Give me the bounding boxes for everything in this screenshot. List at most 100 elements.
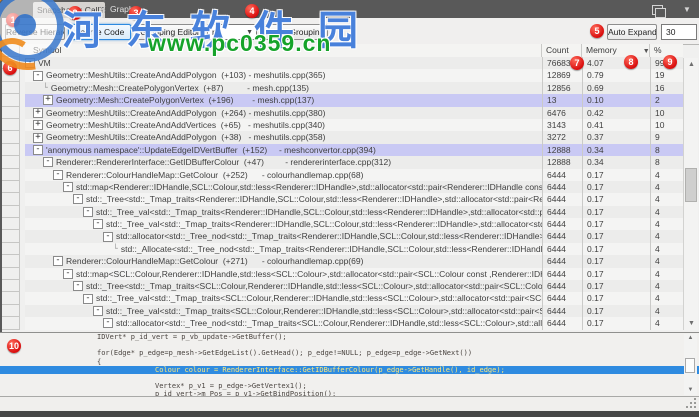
collapse-icon[interactable]: - [63,182,73,193]
collapse-icon[interactable]: - [53,169,63,180]
percent-cell: 16 [650,81,683,95]
gutter-cell [2,230,20,243]
tree-vertical-scrollbar[interactable]: ▲ ▼ [683,58,698,330]
percent-cell: 19 [650,69,683,82]
source-line[interactable]: for(Edge* p_edge=p_mesh->GetEdgeList().G… [0,349,699,357]
collapse-icon[interactable]: - [83,206,93,217]
percent-cell: 4 [650,280,683,293]
memory-cell: 0.17 [582,218,650,231]
collapse-icon[interactable]: - [53,256,63,267]
auto-expand-count-input[interactable]: 30 [661,24,697,40]
memory-cell: 0.42 [582,106,650,119]
window-menu-caret-icon[interactable]: ▼ [683,5,691,14]
source-line[interactable]: p_id_vert->m_Pos = p_v1->GetBindPosition… [0,390,699,396]
symbol-cell: - std::map<Renderer::IDHandle,SCL::Colour… [25,181,542,193]
table-row[interactable]: - Geometry::MeshUtils::CreateAndAddPolygo… [25,69,683,82]
symbol-cell: - std::_Tree_val<std::_Tmap_traits<SCL::C… [25,292,542,304]
symbol-cell: - std::allocator<std::_Tree_nod<std::_Tma… [25,230,542,242]
auto-expand-button[interactable]: Auto Expand [607,24,657,40]
table-row[interactable]: - std::_Tree_val<std::_Tmap_traits<SCL::C… [25,292,683,305]
table-row[interactable]: - Renderer::RendererInterface::GetIDBuffe… [25,156,683,169]
table-row[interactable]: - Renderer::ColourHandleMap::GetColour (+… [25,168,683,181]
symbol-cell: - std::_Tree_val<std::_Tmap_traits<SCL::C… [25,305,542,317]
table-row[interactable]: + Geometry::MeshUtils::CreateAndAddVertic… [25,118,683,132]
scrollbar-thumb[interactable] [685,358,695,373]
annotation-marker-5: 5 [590,24,604,38]
expand-icon[interactable]: + [33,107,43,118]
annotation-marker-10: 10 [7,339,21,353]
table-row[interactable]: - std::_Tree<std::_Tmap_traits<SCL::Colou… [25,280,683,293]
symbol-label: std::_Tree_val<std::_Tmap_traits<SCL::Co… [96,293,542,304]
count-cell: 13 [542,94,582,107]
table-row[interactable]: - std::_Tree_val<std::_Tmap_traits<SCL::C… [25,304,683,318]
table-row[interactable]: + Geometry::MeshUtils::CreateAndAddPolygo… [25,131,683,144]
scroll-up-icon[interactable]: ▲ [684,58,699,71]
table-row[interactable]: - Renderer::ColourHandleMap::GetColour (+… [25,255,683,268]
source-vertical-scrollbar[interactable]: ▲ ▼ [684,334,697,395]
collapse-icon[interactable]: - [73,194,83,205]
memory-cell: 0.34 [582,156,650,169]
collapse-icon[interactable]: - [103,231,113,242]
gutter-cell [2,118,20,132]
collapse-icon[interactable]: - [43,157,53,168]
memory-cell: 0.17 [582,168,650,181]
collapse-icon[interactable]: - [33,144,43,155]
table-row[interactable]: - std::map<SCL::Colour,Renderer::IDHandle… [25,267,683,281]
table-row[interactable]: - std::map<Renderer::IDHandle,SCL::Colour… [25,180,683,194]
table-row[interactable]: - std::allocator<std::_Tree_nod<std::_Tma… [25,230,683,243]
scroll-down-icon[interactable]: ▼ [684,386,697,395]
symbol-cell: - std::allocator<std::_Tree_nod<std::_Tma… [25,317,542,329]
table-row[interactable]: - std::_Tree<std::_Tmap_traits<Renderer::… [25,193,683,206]
symbol-label: Geometry::Mesh::CreatePolygonVertex (+19… [56,95,315,106]
table-row[interactable]: -'anonymous namespace'::UpdateEdgeIDVert… [25,143,683,157]
collapse-icon[interactable]: - [103,318,113,329]
table-row[interactable]: - VM 76683 4.07 99 [25,57,683,70]
gutter-cell [2,255,20,268]
resize-grip-icon[interactable] [686,398,697,409]
table-row[interactable]: - std::_Tree_val<std::_Tmap_traits<Render… [25,218,683,231]
status-bar [0,397,699,411]
collapse-icon[interactable]: - [73,281,83,292]
source-line[interactable] [0,374,699,382]
source-line[interactable]: IDVert* p_id_vert = p_vb_update->GetBuff… [0,333,699,341]
count-cell: 6444 [542,242,582,256]
gutter-cell [2,304,20,318]
source-line[interactable]: { [0,358,699,366]
percent-cell: 4 [650,267,683,281]
duplicate-window-icon[interactable] [652,5,666,18]
symbol-label: std::allocator<std::_Tree_nod<std::_Tmap… [116,231,542,242]
count-cell: 6444 [542,193,582,206]
table-row[interactable]: + Geometry::MeshUtils::CreateAndAddPolygo… [25,106,683,119]
percent-cell: 9 [650,131,683,144]
collapse-icon[interactable]: - [93,219,103,230]
symbol-label: Renderer::ColourHandleMap::GetColour (+2… [66,256,364,267]
annotation-marker-8: 8 [624,55,638,69]
collapse-icon[interactable]: - [83,293,93,304]
collapse-icon[interactable]: - [63,268,73,279]
column-header-memory[interactable]: Memory ▼ [582,44,650,57]
source-code-panel[interactable]: IDVert* p_id_vert = p_vb_update->GetBuff… [0,332,699,397]
gutter-cell [2,106,20,119]
symbol-label: 'anonymous namespace'::UpdateEdgeIDVertB… [46,144,376,155]
memory-cell: 0.41 [582,118,650,132]
scrollbar-thumb[interactable] [685,168,697,202]
scroll-up-icon[interactable]: ▲ [684,334,697,343]
expand-icon[interactable]: + [33,120,43,131]
source-line-selected[interactable]: Colour colour = RendererInterface::GetID… [0,365,699,374]
scroll-down-icon[interactable]: ▼ [684,317,699,330]
table-row[interactable]: - std::_Tree_val<std::_Tmap_traits<Render… [25,205,683,219]
table-row[interactable]: + Geometry::Mesh::CreatePolygonVertex (+1… [25,94,683,107]
symbol-cell: - Renderer::ColourHandleMap::GetColour (+… [25,169,542,181]
collapse-icon[interactable]: - [93,306,103,316]
table-row[interactable]: - std::allocator<std::_Tree_nod<std::_Tma… [25,317,683,330]
gutter-cell [2,317,20,330]
sort-descending-icon: ▼ [642,48,650,55]
expand-icon[interactable]: + [33,132,43,143]
tree-rows: - VM 76683 4.07 99- Geometry::MeshUtils::Crea… [25,57,683,330]
source-line[interactable]: Vertex* p_v1 = p_edge->GetVertex1(); [0,382,699,390]
symbol-cell: - std::_Tree_val<std::_Tmap_traits<Render… [25,218,542,230]
memory-cell: 0.17 [582,193,650,206]
table-row[interactable]: └ Geometry::Mesh::CreatePolygonVertex (+8… [25,81,683,95]
source-line[interactable] [0,341,699,349]
table-row[interactable]: └ std::_Allocate<std::_Tree_nod<std::_Tma… [25,242,683,256]
